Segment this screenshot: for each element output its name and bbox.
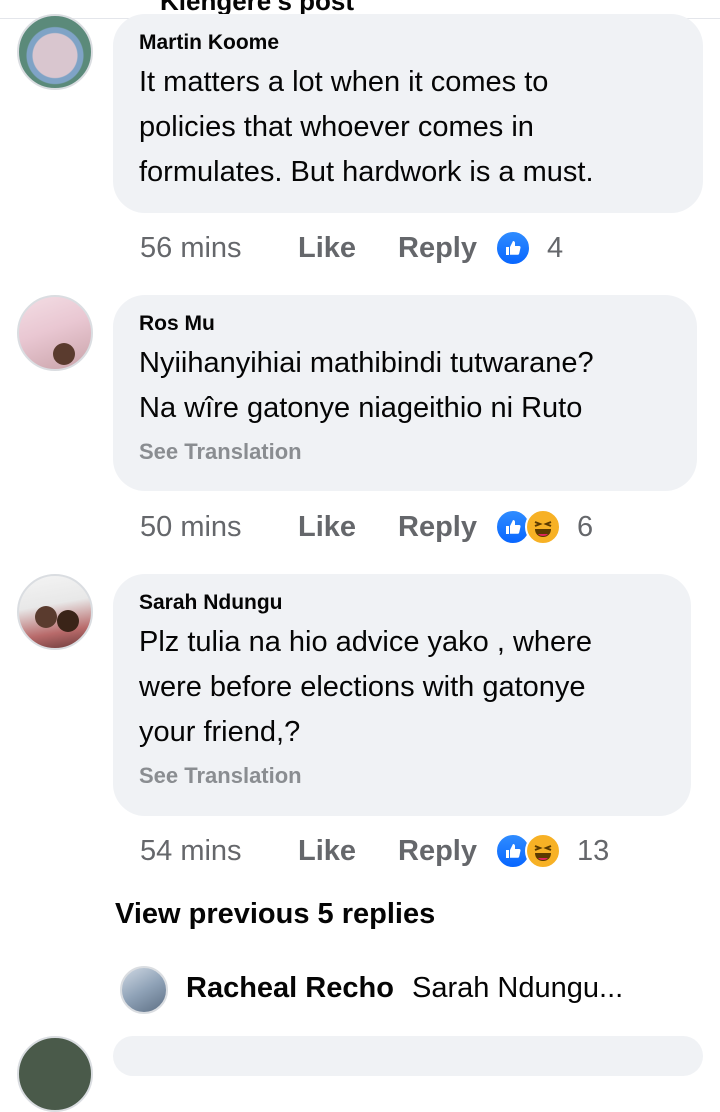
comment-bubble: Martin Koome It matters a lot when it co…	[113, 14, 703, 213]
comment-timestamp[interactable]: 50 mins	[140, 511, 298, 544]
comment-text-line: It matters a lot when it comes to	[139, 66, 549, 98]
comment-bubble: Sarah Ndungu Plz tulia na hio advice yak…	[113, 574, 691, 816]
comment-text-line: Na wîre gatonye niageithio ni Ruto	[139, 392, 583, 424]
avatar[interactable]	[17, 14, 93, 90]
reply-button[interactable]: Reply	[398, 835, 477, 868]
like-button[interactable]: Like	[298, 511, 398, 544]
comment-actions: 50 mins Like Reply 6	[140, 507, 593, 547]
avatar[interactable]	[17, 1036, 93, 1112]
reactions-summary[interactable]: 13	[494, 833, 610, 869]
avatar[interactable]	[120, 966, 168, 1014]
comment-text-line: Plz tulia na hio advice yako , where	[139, 626, 592, 658]
comment-text-line: policies that whoever comes in	[139, 111, 534, 143]
view-previous-replies-link[interactable]: View previous 5 replies	[115, 898, 435, 931]
comment-timestamp[interactable]: 56 mins	[140, 232, 298, 265]
comment-text-line: Nyiihanyihiai mathibindi tutwarane?	[139, 347, 594, 379]
reaction-count: 13	[576, 834, 610, 867]
comment-author[interactable]: Sarah Ndungu	[139, 586, 667, 620]
comment-author[interactable]: Martin Koome	[139, 26, 679, 60]
haha-reaction-icon	[524, 509, 561, 545]
reply-button[interactable]: Reply	[398, 511, 477, 544]
comment-author[interactable]: Ros Mu	[139, 307, 673, 341]
see-translation-link[interactable]: See Translation	[139, 759, 667, 793]
reply-preview[interactable]: Racheal Recho Sarah Ndungu...	[186, 972, 623, 1005]
comment-text-line: were before elections with gatonye	[139, 671, 586, 703]
reply-snippet: Sarah Ndungu...	[411, 972, 624, 1004]
comment-text-line: formulates. But hardwork is a must.	[139, 156, 594, 188]
like-reaction-icon	[494, 230, 531, 266]
reactions-summary[interactable]: 4	[494, 230, 564, 266]
reply-author: Racheal Recho	[186, 972, 394, 1004]
like-button[interactable]: Like	[298, 835, 398, 868]
see-translation-link[interactable]: See Translation	[139, 435, 673, 469]
comment-actions: 56 mins Like Reply 4	[140, 228, 563, 268]
haha-reaction-icon	[524, 833, 561, 869]
comment-bubble	[113, 1036, 703, 1076]
comment-timestamp[interactable]: 54 mins	[140, 835, 298, 868]
reactions-summary[interactable]: 6	[494, 509, 594, 545]
reply-button[interactable]: Reply	[398, 232, 477, 265]
avatar[interactable]	[17, 295, 93, 371]
reaction-count: 6	[576, 510, 594, 543]
comment-bubble: Ros Mu Nyiihanyihiai mathibindi tutwaran…	[113, 295, 697, 491]
avatar[interactable]	[17, 574, 93, 650]
like-button[interactable]: Like	[298, 232, 398, 265]
reaction-count: 4	[546, 231, 564, 264]
comment-actions: 54 mins Like Reply 13	[140, 831, 609, 871]
comment-text-line: your friend,?	[139, 716, 301, 748]
